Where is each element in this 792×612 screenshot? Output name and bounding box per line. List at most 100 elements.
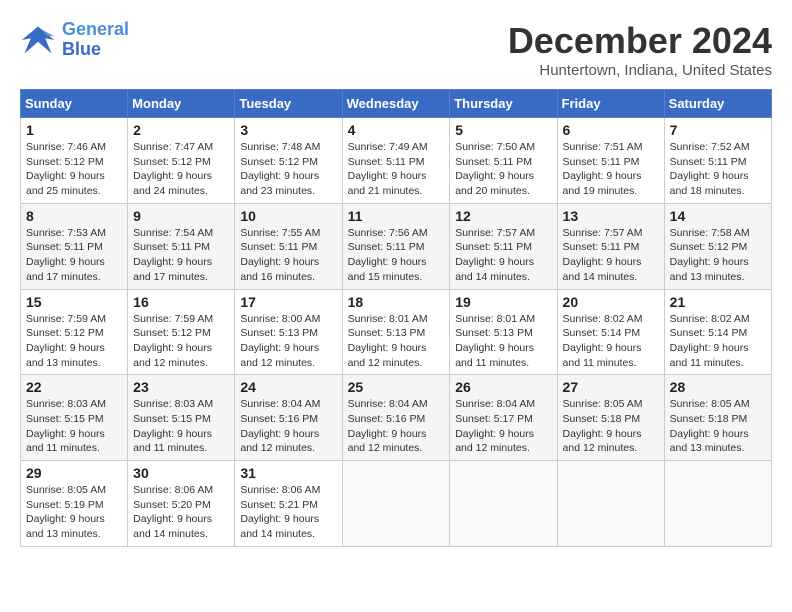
day-info: Sunrise: 7:47 AMSunset: 5:12 PMDaylight:… [133,140,229,199]
day-info: Sunrise: 8:04 AMSunset: 5:16 PMDaylight:… [240,397,336,456]
day-info: Sunrise: 8:06 AMSunset: 5:21 PMDaylight:… [240,483,336,542]
logo-text: General Blue [62,20,129,60]
calendar-cell: 3 Sunrise: 7:48 AMSunset: 5:12 PMDaylight… [235,118,342,204]
calendar-cell: 21Sunrise: 8:02 AMSunset: 5:14 PMDayligh… [664,289,771,375]
day-info: Sunrise: 8:01 AMSunset: 5:13 PMDaylight:… [348,312,445,371]
day-info: Sunrise: 7:57 AMSunset: 5:11 PMDaylight:… [563,226,659,285]
day-number: 5 [455,122,551,138]
calendar-cell: 6 Sunrise: 7:51 AMSunset: 5:11 PMDaylight… [557,118,664,204]
location: Huntertown, Indiana, United States [508,62,772,79]
month-title: December 2024 [508,20,772,62]
day-number: 27 [563,379,659,395]
calendar-cell: 11 Sunrise: 7:56 AMSunset: 5:11 PMDayligh… [342,203,450,289]
day-number: 19 [455,294,551,310]
day-info: Sunrise: 7:58 AMSunset: 5:12 PMDaylight:… [670,226,766,285]
calendar-cell [664,461,771,547]
day-info: Sunrise: 7:54 AMSunset: 5:11 PMDaylight:… [133,226,229,285]
calendar-week-row: 8 Sunrise: 7:53 AMSunset: 5:11 PMDaylight… [21,203,772,289]
day-info: Sunrise: 8:05 AMSunset: 5:18 PMDaylight:… [670,397,766,456]
day-number: 31 [240,465,336,481]
day-info: Sunrise: 7:48 AMSunset: 5:12 PMDaylight:… [240,140,336,199]
weekday-header-row: SundayMondayTuesdayWednesdayThursdayFrid… [21,90,772,118]
day-number: 25 [348,379,445,395]
day-number: 6 [563,122,659,138]
calendar-week-row: 22 Sunrise: 8:03 AMSunset: 5:15 PMDayligh… [21,375,772,461]
calendar-cell: 7 Sunrise: 7:52 AMSunset: 5:11 PMDaylight… [664,118,771,204]
calendar-week-row: 29Sunrise: 8:05 AMSunset: 5:19 PMDayligh… [21,461,772,547]
weekday-header: Friday [557,90,664,118]
day-number: 4 [348,122,445,138]
calendar-week-row: 1Sunrise: 7:46 AMSunset: 5:12 PMDaylight… [21,118,772,204]
calendar-cell: 22Sunrise: 8:03 AMSunset: 5:15 PMDayligh… [21,375,128,461]
day-number: 18 [348,294,445,310]
day-info: Sunrise: 8:04 AMSunset: 5:17 PMDaylight:… [455,397,551,456]
title-block: December 2024 Huntertown, Indiana, Unite… [508,20,772,79]
calendar-cell: 24Sunrise: 8:04 AMSunset: 5:16 PMDayligh… [235,375,342,461]
calendar-table: SundayMondayTuesdayWednesdayThursdayFrid… [20,89,772,547]
day-info: Sunrise: 7:46 AMSunset: 5:12 PMDaylight:… [26,140,122,199]
day-number: 2 [133,122,229,138]
day-info: Sunrise: 7:56 AMSunset: 5:11 PMDaylight:… [348,226,445,285]
day-info: Sunrise: 8:03 AMSunset: 5:15 PMDaylight:… [133,397,229,456]
day-number: 15 [26,294,122,310]
weekday-header: Sunday [21,90,128,118]
day-info: Sunrise: 7:49 AMSunset: 5:11 PMDaylight:… [348,140,445,199]
calendar-cell: 9Sunrise: 7:54 AMSunset: 5:11 PMDaylight… [128,203,235,289]
day-info: Sunrise: 7:51 AMSunset: 5:11 PMDaylight:… [563,140,659,199]
calendar-cell: 27 Sunrise: 8:05 AMSunset: 5:18 PMDayligh… [557,375,664,461]
day-number: 10 [240,208,336,224]
day-number: 16 [133,294,229,310]
day-info: Sunrise: 8:05 AMSunset: 5:19 PMDaylight:… [26,483,122,542]
day-number: 22 [26,379,122,395]
weekday-header: Thursday [450,90,557,118]
calendar-cell: 8 Sunrise: 7:53 AMSunset: 5:11 PMDaylight… [21,203,128,289]
calendar-cell: 1Sunrise: 7:46 AMSunset: 5:12 PMDaylight… [21,118,128,204]
calendar-cell [450,461,557,547]
weekday-header: Tuesday [235,90,342,118]
day-info: Sunrise: 8:05 AMSunset: 5:18 PMDaylight:… [563,397,659,456]
calendar-cell: 15 Sunrise: 7:59 AMSunset: 5:12 PMDayligh… [21,289,128,375]
calendar-cell: 29Sunrise: 8:05 AMSunset: 5:19 PMDayligh… [21,461,128,547]
calendar-cell: 12Sunrise: 7:57 AMSunset: 5:11 PMDayligh… [450,203,557,289]
calendar-cell: 28 Sunrise: 8:05 AMSunset: 5:18 PMDayligh… [664,375,771,461]
day-number: 7 [670,122,766,138]
calendar-cell: 17 Sunrise: 8:00 AMSunset: 5:13 PMDayligh… [235,289,342,375]
weekday-header: Saturday [664,90,771,118]
day-info: Sunrise: 7:57 AMSunset: 5:11 PMDaylight:… [455,226,551,285]
calendar-cell: 4 Sunrise: 7:49 AMSunset: 5:11 PMDaylight… [342,118,450,204]
calendar-cell: 26Sunrise: 8:04 AMSunset: 5:17 PMDayligh… [450,375,557,461]
logo-icon [20,22,56,58]
day-info: Sunrise: 7:55 AMSunset: 5:11 PMDaylight:… [240,226,336,285]
day-info: Sunrise: 7:53 AMSunset: 5:11 PMDaylight:… [26,226,122,285]
weekday-header: Monday [128,90,235,118]
day-number: 20 [563,294,659,310]
calendar-cell: 5 Sunrise: 7:50 AMSunset: 5:11 PMDaylight… [450,118,557,204]
calendar-week-row: 15 Sunrise: 7:59 AMSunset: 5:12 PMDayligh… [21,289,772,375]
day-info: Sunrise: 7:50 AMSunset: 5:11 PMDaylight:… [455,140,551,199]
calendar-cell: 31 Sunrise: 8:06 AMSunset: 5:21 PMDayligh… [235,461,342,547]
day-number: 17 [240,294,336,310]
calendar-cell: 19Sunrise: 8:01 AMSunset: 5:13 PMDayligh… [450,289,557,375]
day-number: 8 [26,208,122,224]
calendar-cell: 10 Sunrise: 7:55 AMSunset: 5:11 PMDayligh… [235,203,342,289]
day-info: Sunrise: 8:00 AMSunset: 5:13 PMDaylight:… [240,312,336,371]
day-number: 13 [563,208,659,224]
day-info: Sunrise: 7:59 AMSunset: 5:12 PMDaylight:… [26,312,122,371]
day-info: Sunrise: 7:52 AMSunset: 5:11 PMDaylight:… [670,140,766,199]
day-number: 3 [240,122,336,138]
day-info: Sunrise: 7:59 AMSunset: 5:12 PMDaylight:… [133,312,229,371]
day-number: 28 [670,379,766,395]
calendar-cell [342,461,450,547]
day-info: Sunrise: 8:02 AMSunset: 5:14 PMDaylight:… [563,312,659,371]
page-header: General Blue December 2024 Huntertown, I… [20,20,772,79]
day-number: 30 [133,465,229,481]
day-info: Sunrise: 8:02 AMSunset: 5:14 PMDaylight:… [670,312,766,371]
calendar-cell: 16 Sunrise: 7:59 AMSunset: 5:12 PMDayligh… [128,289,235,375]
calendar-cell: 2 Sunrise: 7:47 AMSunset: 5:12 PMDaylight… [128,118,235,204]
day-info: Sunrise: 8:06 AMSunset: 5:20 PMDaylight:… [133,483,229,542]
logo: General Blue [20,20,129,60]
calendar-cell: 14Sunrise: 7:58 AMSunset: 5:12 PMDayligh… [664,203,771,289]
day-number: 11 [348,208,445,224]
day-number: 23 [133,379,229,395]
calendar-cell: 20 Sunrise: 8:02 AMSunset: 5:14 PMDayligh… [557,289,664,375]
